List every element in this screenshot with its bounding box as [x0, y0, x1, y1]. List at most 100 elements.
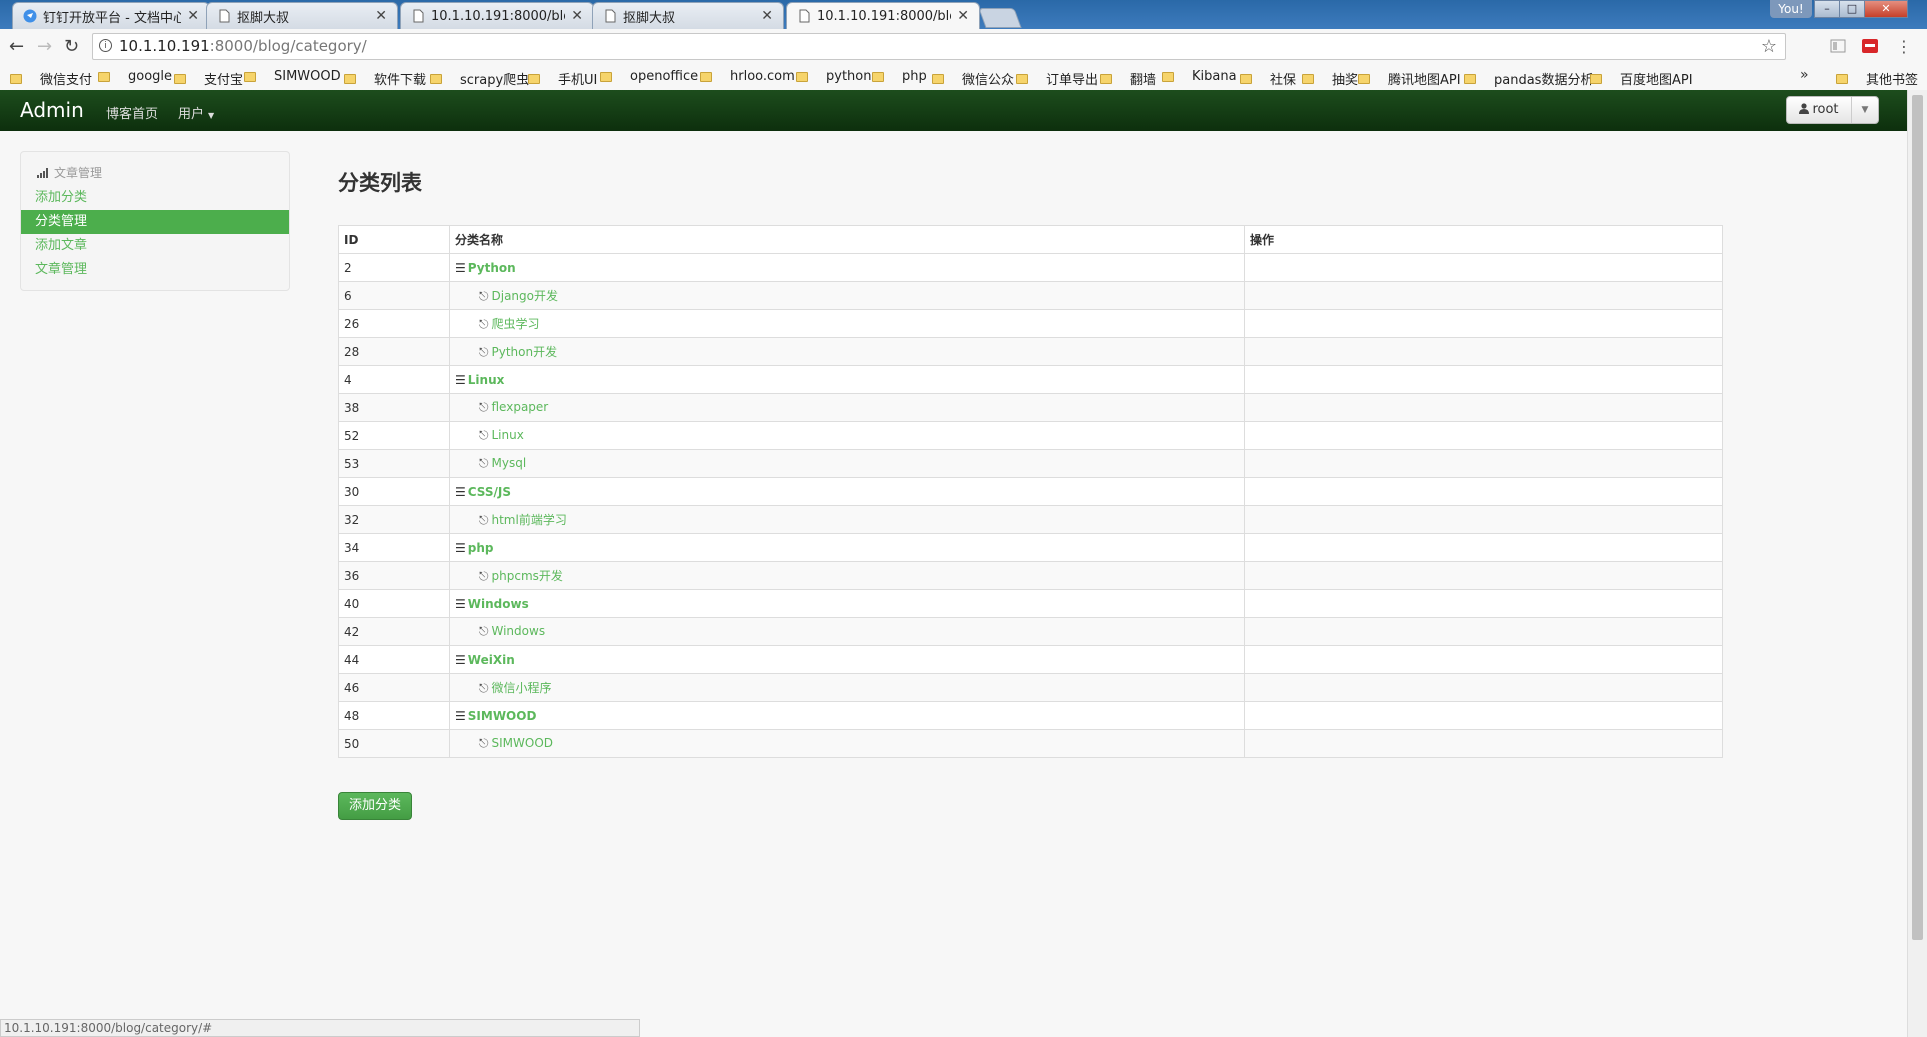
more-menu-icon[interactable]: ⋮ [1896, 37, 1912, 56]
sidebar-item-article-management[interactable]: 文章管理 [21, 258, 289, 282]
folder-icon [1162, 71, 1174, 82]
bookmark-folder[interactable]: google [98, 69, 172, 84]
bookmark-folder[interactable]: 腾讯地图API [1358, 69, 1461, 88]
reader-icon[interactable] [1830, 38, 1846, 54]
info-icon[interactable]: i [99, 39, 112, 52]
child-category-link[interactable]: ⎋ 微信小程序 [455, 681, 552, 695]
nav-dropdown-users[interactable]: 用户 ▼ [178, 103, 214, 122]
browser-tab[interactable]: 抠脚大叔 ✕ [206, 2, 398, 29]
browser-tab[interactable]: 钉钉开放平台 - 文档中心 ✕ [12, 2, 210, 29]
close-icon[interactable]: ✕ [375, 8, 387, 24]
scrollbar-thumb[interactable] [1912, 95, 1923, 940]
bookmark-star-icon[interactable]: ☆ [1761, 34, 1777, 59]
folder-icon [872, 71, 884, 82]
bookmark-folder[interactable]: 微信公众 [932, 69, 1014, 88]
user-button[interactable]: root [1787, 97, 1852, 123]
folder-icon [1464, 73, 1476, 84]
table-row: 30 ☰ CSS/JS [338, 477, 1723, 506]
nav-link-blog-home[interactable]: 博客首页 [106, 103, 158, 122]
window-close-button[interactable]: ✕ [1864, 0, 1908, 18]
child-category-link[interactable]: ⎋ Linux [455, 428, 524, 442]
bookmark-folder[interactable]: php [872, 69, 927, 84]
child-category-link[interactable]: ⎋ 爬虫学习 [455, 317, 540, 331]
url-path: :8000/blog/category/ [209, 37, 367, 55]
close-icon[interactable]: ✕ [571, 8, 583, 24]
child-category-link[interactable]: ⎋ Python开发 [455, 345, 557, 359]
bookmark-folder[interactable]: hrloo.com [700, 69, 795, 84]
close-icon[interactable]: ✕ [761, 8, 773, 24]
child-category-link[interactable]: ⎋ flexpaper [455, 400, 548, 414]
window-user-badge[interactable]: You! [1770, 0, 1812, 18]
folder-icon [98, 71, 110, 82]
bookmarks-more-button[interactable]: » [1800, 67, 1809, 83]
list-menu-icon: ☰ [455, 372, 466, 387]
folder-icon [528, 73, 540, 84]
forward-arrow-icon[interactable]: → [37, 36, 52, 57]
category-id-cell: 28 [338, 337, 450, 366]
bookmark-folder[interactable]: 手机UI [528, 69, 597, 88]
child-category-link[interactable]: ⎋ SIMWOOD [455, 736, 553, 750]
parent-category-link[interactable]: ☰ SIMWOOD [455, 709, 536, 723]
maximize-button[interactable]: □ [1839, 0, 1865, 18]
brand-logo[interactable]: Admin [20, 98, 84, 122]
bookmark-folder[interactable]: 支付宝 [174, 69, 243, 88]
bookmark-folder[interactable]: python [796, 69, 871, 84]
category-id-cell: 44 [338, 645, 450, 674]
bookmark-folder[interactable]: SIMWOOD [244, 69, 341, 84]
child-branch-icon: ⎋ [479, 428, 489, 442]
browser-tab-active[interactable]: 10.1.10.191:8000/blog/ ✕ [786, 2, 980, 29]
child-category-link[interactable]: ⎋ Django开发 [455, 289, 558, 303]
category-id-cell: 34 [338, 533, 450, 562]
browser-tab[interactable]: 10.1.10.191:8000/blog/ ✕ [400, 2, 594, 29]
back-arrow-icon[interactable]: ← [9, 36, 24, 57]
sidebar-item-add-article[interactable]: 添加文章 [21, 234, 289, 258]
list-menu-icon: ☰ [455, 484, 466, 499]
close-icon[interactable]: ✕ [957, 8, 969, 24]
add-category-button[interactable]: 添加分类 [338, 792, 412, 820]
folder-icon [1016, 73, 1028, 84]
bookmark-folder[interactable]: openoffice [600, 69, 698, 84]
new-tab-button[interactable] [978, 8, 1022, 28]
tab-title: 抠脚大叔 [237, 10, 290, 26]
bookmark-folder[interactable]: pandas数据分析 [1464, 69, 1593, 88]
child-category-link[interactable]: ⎋ phpcms开发 [455, 569, 563, 583]
table-row: 50 ⎋ SIMWOOD [338, 729, 1723, 758]
other-bookmarks-folder[interactable]: 其他书签 [1836, 69, 1918, 88]
user-dropdown-toggle[interactable]: ▼ [1851, 97, 1879, 123]
parent-category-link[interactable]: ☰ Python [455, 261, 516, 275]
sidebar-item-add-category[interactable]: 添加分类 [21, 186, 289, 210]
list-menu-icon: ☰ [455, 260, 466, 275]
minimize-button[interactable]: – [1814, 0, 1840, 18]
vertical-scrollbar[interactable] [1907, 90, 1927, 1037]
sidebar-item-category-management[interactable]: 分类管理 [21, 210, 289, 234]
bookmark-folder[interactable]: 微信支付 [10, 69, 92, 88]
browser-tab[interactable]: 抠脚大叔 ✕ [592, 2, 784, 29]
parent-category-link[interactable]: ☰ WeiXin [455, 653, 515, 667]
child-branch-icon: ⎋ [479, 317, 489, 331]
bookmark-folder[interactable]: Kibana [1162, 69, 1237, 84]
list-menu-icon: ☰ [455, 540, 466, 555]
child-category-link[interactable]: ⎋ Windows [455, 624, 545, 638]
close-icon[interactable]: ✕ [187, 8, 199, 24]
child-category-link[interactable]: ⎋ html前端学习 [455, 513, 567, 527]
parent-category-link[interactable]: ☰ Linux [455, 373, 504, 387]
bookmark-folder[interactable]: 订单导出 [1016, 69, 1098, 88]
child-category-link[interactable]: ⎋ Mysql [455, 456, 526, 470]
bookmark-folder[interactable]: 抽奖 [1302, 69, 1358, 88]
bookmark-folder[interactable]: 百度地图API [1590, 69, 1693, 88]
category-id-cell: 52 [338, 421, 450, 450]
parent-category-link[interactable]: ☰ php [455, 541, 494, 555]
extension-icon[interactable] [1862, 38, 1878, 54]
address-bar[interactable]: i 10.1.10.191:8000/blog/category/ ☆ [92, 33, 1786, 60]
reload-icon[interactable]: ↻ [64, 36, 79, 57]
category-actions-cell [1244, 421, 1723, 450]
parent-category-link[interactable]: ☰ CSS/JS [455, 485, 511, 499]
bookmark-folder[interactable]: 软件下载 [344, 69, 426, 88]
category-name: CSS/JS [467, 484, 512, 499]
bookmark-folder[interactable]: 翻墙 [1100, 69, 1156, 88]
bookmark-folder[interactable]: scrapy爬虫 [430, 69, 529, 88]
category-name: WeiXin [467, 652, 515, 667]
parent-category-link[interactable]: ☰ Windows [455, 597, 529, 611]
user-menu-button[interactable]: root ▼ [1786, 96, 1879, 124]
bookmark-folder[interactable]: 社保 [1240, 69, 1296, 88]
